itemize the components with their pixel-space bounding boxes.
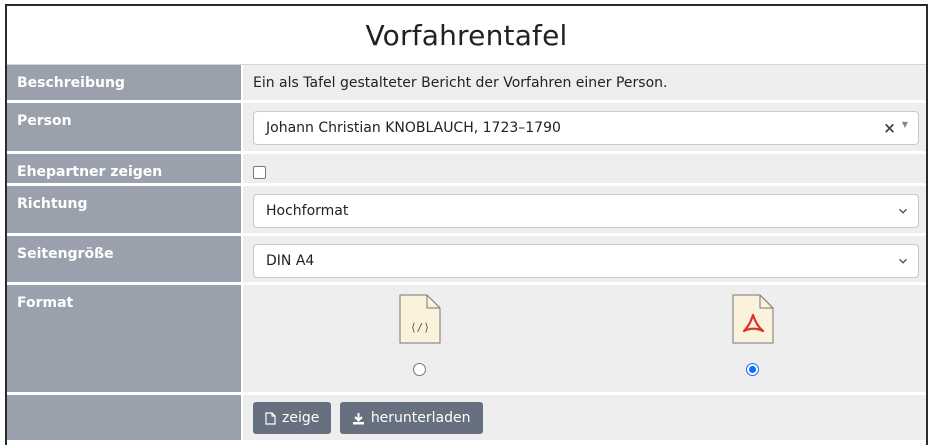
show-button-label: zeige <box>282 410 320 426</box>
spouse-label: Ehepartner zeigen <box>7 154 243 183</box>
direction-row: Richtung Hochformat <box>7 186 926 236</box>
page-size-label: Seitengröße <box>7 236 243 282</box>
format-row: Format ⟨/⟩ <box>7 285 926 395</box>
page-size-selected-value: DIN A4 <box>266 253 315 269</box>
pdf-file-icon[interactable] <box>730 293 776 345</box>
format-label: Format <box>7 285 243 392</box>
person-value-cell: Johann Christian KNOBLAUCH, 1723–1790 × … <box>243 103 926 151</box>
person-row: Person Johann Christian KNOBLAUCH, 1723–… <box>7 103 926 154</box>
caret-down-icon[interactable]: ▼ <box>902 120 908 129</box>
direction-value-cell: Hochformat <box>243 186 926 233</box>
show-spouse-checkbox[interactable] <box>253 166 266 179</box>
title-row: Vorfahrentafel <box>7 6 926 65</box>
chevron-down-icon <box>899 258 907 264</box>
person-label: Person <box>7 103 243 151</box>
spouse-value-cell <box>243 154 926 183</box>
clear-selection-icon[interactable]: × <box>883 119 896 137</box>
format-value-cell: ⟨/⟩ <box>243 285 926 392</box>
download-button[interactable]: herunterladen <box>339 402 483 434</box>
description-text: Ein als Tafel gestalteter Bericht der Vo… <box>243 65 926 100</box>
person-selected-value: Johann Christian KNOBLAUCH, 1723–1790 <box>266 120 561 136</box>
description-label: Beschreibung <box>7 65 243 100</box>
actions-row: zeige herunterladen <box>7 395 926 443</box>
direction-select[interactable]: Hochformat <box>253 194 919 228</box>
download-button-label: herunterladen <box>370 410 471 426</box>
person-select[interactable]: Johann Christian KNOBLAUCH, 1723–1790 × … <box>253 111 919 145</box>
page-size-select[interactable]: DIN A4 <box>253 244 919 278</box>
svg-text:⟨/⟩: ⟨/⟩ <box>410 321 430 334</box>
page-title: Vorfahrentafel <box>365 18 568 52</box>
format-option-html[interactable]: ⟨/⟩ <box>253 291 586 392</box>
download-icon <box>352 412 364 424</box>
format-radio-pdf[interactable] <box>746 363 759 376</box>
actions-label <box>7 395 243 440</box>
spouse-row: Ehepartner zeigen <box>7 154 926 186</box>
chevron-down-icon <box>899 208 907 214</box>
actions-cell: zeige herunterladen <box>243 395 926 440</box>
description-row: Beschreibung Ein als Tafel gestalteter B… <box>7 65 926 103</box>
html-file-icon[interactable]: ⟨/⟩ <box>397 293 443 345</box>
file-icon <box>265 411 276 425</box>
format-option-pdf[interactable] <box>586 291 919 392</box>
format-options: ⟨/⟩ <box>253 291 919 392</box>
format-radio-html[interactable] <box>413 363 426 376</box>
page-size-value-cell: DIN A4 <box>243 236 926 282</box>
show-button[interactable]: zeige <box>253 402 332 434</box>
page-size-row: Seitengröße DIN A4 <box>7 236 926 285</box>
report-panel: Vorfahrentafel Beschreibung Ein als Tafe… <box>5 4 928 445</box>
direction-selected-value: Hochformat <box>266 203 349 219</box>
direction-label: Richtung <box>7 186 243 233</box>
